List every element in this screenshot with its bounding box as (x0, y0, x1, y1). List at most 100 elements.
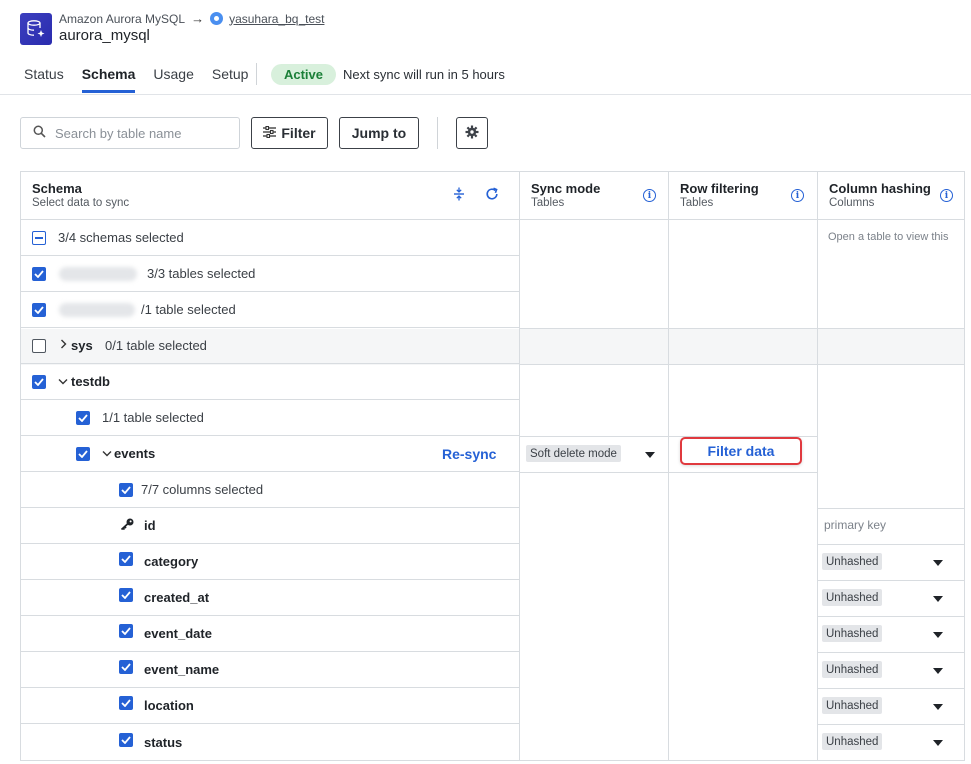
tab-status[interactable]: Status (24, 66, 64, 93)
column-row[interactable]: created_at (21, 580, 520, 616)
dropdown-caret-icon[interactable] (933, 704, 943, 710)
table-row-events[interactable]: events Re-sync (21, 436, 520, 472)
search-input[interactable] (20, 117, 240, 149)
columns-summary: 7/7 columns selected (141, 482, 264, 497)
schema-tables-count: 3/3 tables selected (147, 266, 256, 281)
schema-tables-count: /1 table selected (141, 302, 236, 317)
info-icon[interactable]: i (643, 189, 656, 202)
schema-checkbox[interactable] (32, 302, 46, 317)
breadcrumb: Amazon Aurora MySQL → yasuhara_bq_test (59, 11, 324, 26)
destination-link[interactable]: yasuhara_bq_test (229, 12, 324, 26)
columns-checkbox[interactable] (119, 482, 133, 497)
schema-name: sys (71, 338, 93, 353)
row-filtering-column: Row filtering Tables i (669, 172, 818, 760)
column-row[interactable]: location (21, 688, 520, 724)
redacted-schema-name (59, 302, 135, 317)
collapse-all-icon[interactable] (453, 187, 465, 205)
source-name: Amazon Aurora MySQL (59, 11, 186, 26)
filter-button[interactable]: Filter (251, 117, 328, 149)
tables-summary: 1/1 table selected (102, 410, 204, 425)
settings-button[interactable] (456, 117, 488, 149)
chevron-down-icon[interactable] (102, 448, 112, 460)
column-row[interactable]: event_date (21, 616, 520, 652)
page-header: Amazon Aurora MySQL → yasuhara_bq_test a… (0, 0, 971, 95)
arrow-right-icon: → (191, 11, 205, 26)
chevron-down-icon[interactable] (58, 376, 68, 388)
search-field[interactable] (55, 125, 225, 141)
jump-to-button[interactable]: Jump to (339, 117, 419, 149)
dropdown-caret-icon[interactable] (933, 740, 943, 746)
hashing-select[interactable]: Unhashed (822, 589, 883, 606)
chevron-right-icon[interactable] (60, 339, 67, 352)
schema-checkbox[interactable] (32, 338, 46, 353)
columns-summary-row: 7/7 columns selected (21, 472, 520, 508)
sliders-icon (263, 125, 277, 141)
hashing-select[interactable]: Unhashed (822, 697, 883, 714)
column-name: id (144, 518, 156, 533)
column-row[interactable]: event_name (21, 652, 520, 688)
column-row[interactable]: status (21, 724, 520, 760)
tables-summary-row: 1/1 table selected (21, 400, 520, 436)
search-icon (33, 125, 46, 141)
column-checkbox[interactable] (119, 588, 133, 602)
column-name: created_at (144, 590, 210, 605)
redacted-schema-name (59, 266, 137, 281)
schemas-summary-row: 3/4 schemas selected (21, 220, 520, 256)
dropdown-caret-icon[interactable] (933, 632, 943, 638)
column-row[interactable]: category (21, 544, 520, 580)
sync-mode-select[interactable]: Soft delete mode (526, 445, 621, 462)
info-icon[interactable]: i (940, 189, 953, 202)
schema-row-sys[interactable]: sys 0/1 table selected (21, 328, 520, 364)
hashing-select[interactable]: Unhashed (822, 733, 883, 750)
next-sync-text: Next sync will run in 5 hours (343, 67, 505, 82)
column-checkbox[interactable] (119, 624, 133, 638)
column-checkbox[interactable] (119, 552, 133, 566)
filter-data-button[interactable]: Filter data (680, 437, 802, 465)
column-checkbox[interactable] (119, 732, 133, 747)
dropdown-caret-icon[interactable] (933, 668, 943, 674)
schema-table: Schema Select data to sync 3/4 schemas s… (20, 171, 965, 761)
toolbar-divider (437, 117, 438, 149)
tables-checkbox[interactable] (76, 410, 90, 425)
column-name: category (144, 554, 199, 569)
tab-bar: Status Schema Usage Setup (24, 66, 266, 93)
schema-header-subtitle: Select data to sync (32, 197, 130, 209)
schema-checkbox[interactable] (32, 374, 46, 389)
dropdown-caret-icon[interactable] (933, 560, 943, 566)
column-hashing-hint: Open a table to view this (828, 231, 949, 243)
sync-mode-header: Sync mode Tables i (520, 172, 668, 220)
hashing-select[interactable]: Unhashed (822, 625, 883, 642)
column-hashing-column: Column hashing Columns i Open a table to… (818, 172, 965, 760)
schema-row-testdb[interactable]: testdb (21, 364, 520, 400)
bigquery-icon (210, 12, 224, 25)
sync-mode-title: Sync mode (531, 181, 601, 196)
dropdown-caret-icon[interactable] (645, 452, 655, 458)
column-checkbox[interactable] (119, 696, 133, 710)
schema-row[interactable]: /1 table selected (21, 292, 520, 328)
status-badge: Active (271, 64, 336, 85)
column-hashing-header: Column hashing Columns i (818, 172, 965, 220)
sync-mode-subtitle: Tables (531, 197, 565, 209)
schemas-summary: 3/4 schemas selected (58, 230, 184, 245)
tab-usage[interactable]: Usage (153, 66, 193, 93)
schema-header-title: Schema (32, 181, 82, 196)
select-all-checkbox[interactable] (32, 230, 46, 245)
schema-checkbox[interactable] (32, 266, 46, 281)
schema-tables-count: 0/1 table selected (105, 338, 207, 353)
hashing-select[interactable]: Unhashed (822, 553, 883, 570)
schema-row[interactable]: 3/3 tables selected (21, 256, 520, 292)
resync-button[interactable]: Re-sync (442, 446, 496, 462)
hashing-select[interactable]: Unhashed (822, 661, 883, 678)
column-checkbox[interactable] (119, 660, 133, 674)
schema-header: Schema Select data to sync (21, 172, 519, 220)
key-icon (120, 518, 134, 533)
dropdown-caret-icon[interactable] (933, 596, 943, 602)
column-name: event_name (144, 662, 220, 677)
table-checkbox[interactable] (76, 446, 90, 461)
refresh-icon[interactable] (485, 187, 499, 205)
tab-schema[interactable]: Schema (81, 66, 136, 93)
info-icon[interactable]: i (791, 189, 804, 202)
tab-setup[interactable]: Setup (212, 66, 249, 93)
column-row: id (21, 508, 520, 544)
column-name: location (144, 698, 194, 713)
